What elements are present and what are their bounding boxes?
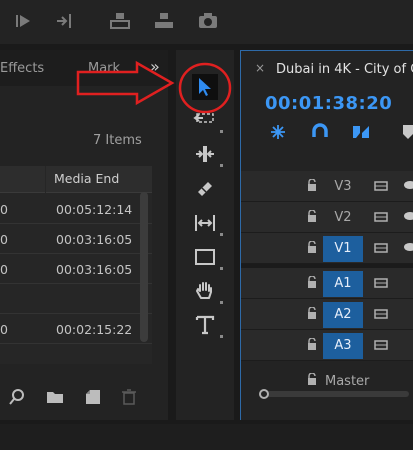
zoom-scroll-handle[interactable] bbox=[259, 389, 269, 399]
lock-icon[interactable] bbox=[307, 338, 317, 350]
eye-icon[interactable] bbox=[403, 211, 413, 221]
sync-lock-icon[interactable] bbox=[374, 278, 388, 288]
column-header-label: Media End bbox=[54, 171, 120, 186]
row-divider bbox=[0, 223, 152, 224]
project-list: Media End 0 00:05:12:14 0 00:03:16:05 0 … bbox=[0, 166, 152, 364]
track-select-icon[interactable] bbox=[193, 108, 217, 132]
camera-icon[interactable] bbox=[198, 12, 218, 30]
tools-panel bbox=[176, 50, 234, 420]
track-v2[interactable]: V2 bbox=[241, 202, 413, 233]
snap-magnet-icon[interactable] bbox=[311, 123, 329, 141]
lock-icon[interactable] bbox=[307, 241, 317, 253]
ripple-edit-icon[interactable] bbox=[193, 142, 217, 166]
master-track-label: Master bbox=[325, 374, 370, 389]
insert-icon[interactable] bbox=[56, 12, 76, 30]
panel-footer bbox=[0, 376, 168, 420]
track-v3[interactable]: V3 bbox=[241, 171, 413, 202]
trash-icon[interactable] bbox=[120, 388, 138, 406]
nest-sequence-icon[interactable] bbox=[269, 123, 287, 141]
lift-icon[interactable] bbox=[110, 12, 130, 30]
track-label[interactable]: A3 bbox=[323, 333, 363, 359]
top-toolbar bbox=[0, 0, 413, 44]
track-label[interactable]: V2 bbox=[323, 205, 363, 231]
lock-icon[interactable] bbox=[307, 179, 317, 191]
row-media-end-cell: 00:03:16:05 bbox=[56, 232, 133, 247]
track-label[interactable]: V3 bbox=[323, 174, 363, 200]
step-forward-icon[interactable] bbox=[14, 12, 34, 30]
type-icon[interactable] bbox=[193, 313, 217, 337]
eye-icon[interactable] bbox=[403, 180, 413, 190]
master-lock-icon[interactable] bbox=[307, 373, 317, 385]
rectangle-icon[interactable] bbox=[193, 245, 217, 269]
selection-tool-highlight bbox=[178, 62, 232, 114]
tool-group-indicator bbox=[220, 233, 223, 236]
tool-group-indicator bbox=[220, 267, 223, 270]
sync-lock-icon[interactable] bbox=[374, 340, 388, 350]
arrow-cursor-icon bbox=[199, 78, 211, 96]
status-bar bbox=[0, 424, 413, 450]
row-start-cell: 0 bbox=[0, 262, 8, 277]
row-divider bbox=[0, 253, 152, 254]
row-start-cell: 0 bbox=[0, 232, 8, 247]
tool-group-indicator bbox=[220, 335, 223, 338]
sync-lock-icon[interactable] bbox=[374, 212, 388, 222]
track-a3[interactable]: A3 bbox=[241, 330, 413, 361]
track-label[interactable]: V1 bbox=[323, 236, 363, 262]
new-item-icon[interactable] bbox=[84, 388, 102, 406]
row-media-end-cell: 00:02:15:22 bbox=[56, 322, 133, 337]
row-divider bbox=[0, 283, 152, 284]
slip-icon[interactable] bbox=[193, 211, 217, 235]
folder-icon[interactable] bbox=[46, 388, 64, 406]
track-headers: V3 V2 V1 A1 A2 A3 bbox=[241, 171, 413, 391]
sync-lock-icon[interactable] bbox=[374, 243, 388, 253]
items-count: 7 Items bbox=[93, 133, 142, 148]
hand-icon[interactable] bbox=[193, 279, 217, 303]
row-start-cell: 0 bbox=[0, 202, 8, 217]
linked-selection-icon[interactable] bbox=[352, 123, 370, 141]
track-label[interactable]: A2 bbox=[323, 302, 363, 328]
row-divider bbox=[0, 343, 152, 344]
track-a1[interactable]: A1 bbox=[241, 268, 413, 299]
tool-group-indicator bbox=[220, 164, 223, 167]
add-marker-icon[interactable] bbox=[399, 123, 413, 141]
eye-icon[interactable] bbox=[403, 242, 413, 252]
row-media-end-cell: 00:05:12:14 bbox=[56, 202, 133, 217]
list-scrollbar[interactable] bbox=[140, 192, 148, 342]
playhead-timecode[interactable]: 00:01:38:20 bbox=[265, 93, 392, 114]
search-icon[interactable] bbox=[8, 388, 26, 406]
sync-lock-icon[interactable] bbox=[374, 309, 388, 319]
extract-icon[interactable] bbox=[154, 12, 174, 30]
close-icon[interactable]: × bbox=[255, 61, 265, 75]
row-media-end-cell: 00:03:16:05 bbox=[56, 262, 133, 277]
sync-lock-icon[interactable] bbox=[374, 181, 388, 191]
razor-icon[interactable] bbox=[193, 177, 217, 201]
row-start-cell: 0 bbox=[0, 322, 8, 337]
tool-group-indicator bbox=[220, 301, 223, 304]
track-label[interactable]: A1 bbox=[323, 271, 363, 297]
row-divider bbox=[0, 313, 152, 314]
tab-effects[interactable]: Effects bbox=[0, 61, 44, 76]
lock-icon[interactable] bbox=[307, 276, 317, 288]
timeline-panel: × Dubai in 4K - City of Go 00:01:38:20 V… bbox=[240, 50, 413, 420]
track-v1[interactable]: V1 bbox=[241, 233, 413, 264]
selection-tool[interactable] bbox=[192, 74, 218, 100]
sequence-tab-title[interactable]: Dubai in 4K - City of Go bbox=[276, 62, 413, 77]
column-header-previous[interactable] bbox=[0, 166, 45, 193]
tool-group-indicator bbox=[220, 130, 223, 133]
lock-icon[interactable] bbox=[307, 307, 317, 319]
lock-icon[interactable] bbox=[307, 210, 317, 222]
annotation-arrow bbox=[76, 60, 175, 106]
track-a2[interactable]: A2 bbox=[241, 299, 413, 330]
column-header-media-end[interactable]: Media End bbox=[46, 166, 152, 193]
timeline-horizontal-scrollbar[interactable] bbox=[259, 391, 409, 397]
